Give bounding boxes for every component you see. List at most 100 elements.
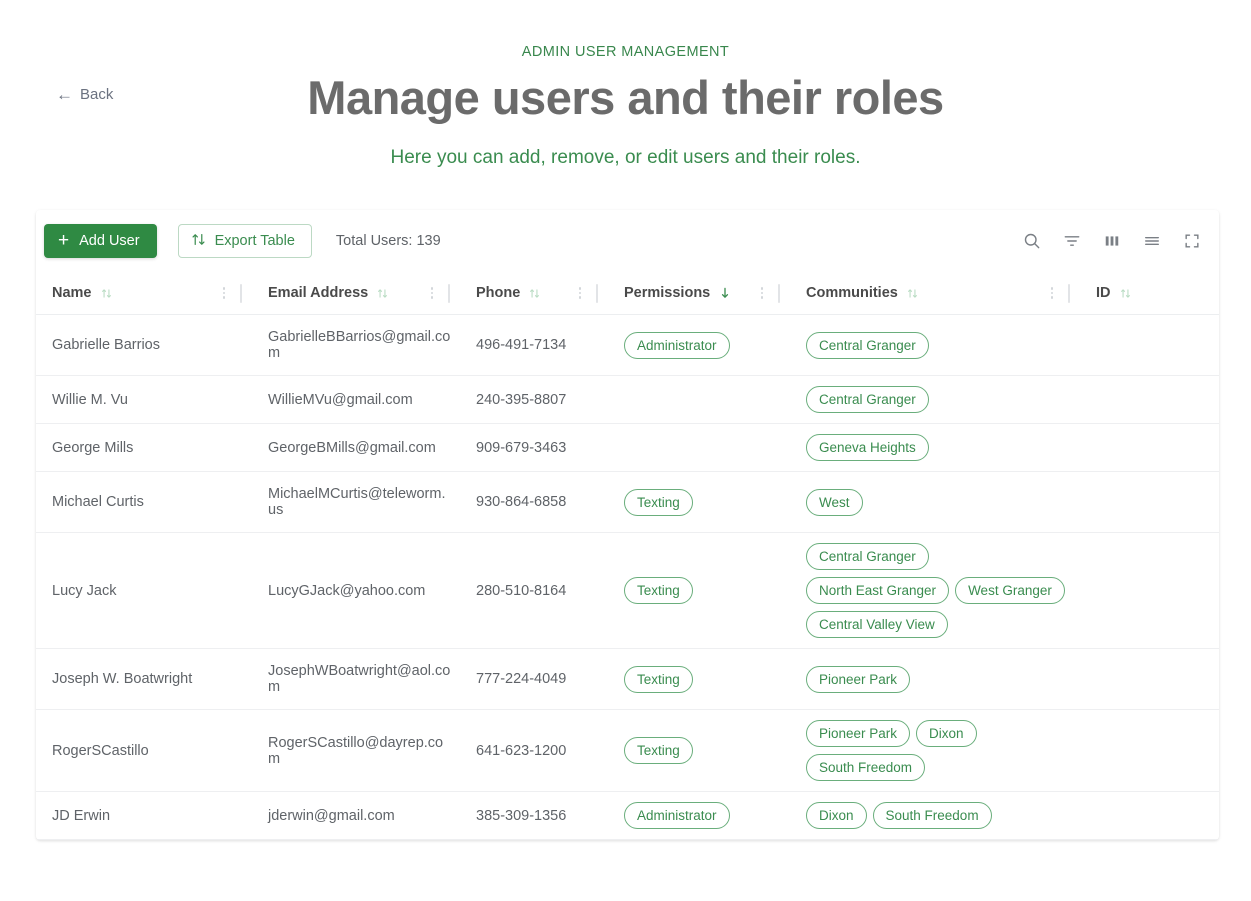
table-row[interactable]: Gabrielle Barrios GabrielleBBarrios@gmail… [36,314,1219,376]
sort-icon-communities[interactable] [906,287,919,300]
community-chip[interactable]: Dixon [916,720,977,747]
column-resizer-email[interactable] [448,283,450,303]
column-menu-email-icon[interactable] [424,287,440,299]
cell-id [1080,375,1219,424]
table-head: Name Email Address Phone Permissions Com… [36,272,1219,315]
add-user-button[interactable]: + Add User [44,224,157,258]
cell-phone: 909-679-3463 [460,423,608,472]
cell-email: LucyGJack@yahoo.com [252,532,460,649]
add-user-button-label: Add User [79,233,140,249]
sort-updown-icon [191,232,206,251]
permissions-chip-list: Administrator [608,322,790,369]
sort-icon-email[interactable] [376,287,389,300]
communities-chip-list: Dixon South Freedom [790,792,1080,839]
column-menu-permissions-icon[interactable] [754,287,770,299]
column-header-communities[interactable]: Communities [790,272,1080,315]
column-header-name[interactable]: Name [36,272,252,315]
permission-chip[interactable]: Texting [624,488,693,516]
cell-name: RogerSCastillo [36,709,252,792]
back-button[interactable]: ← Back [56,86,113,103]
cell-permissions: Texting [608,709,790,792]
cell-email: RogerSCastillo@dayrep.com [252,709,460,792]
cell-communities: Geneva Heights [790,423,1080,472]
table-row[interactable]: JD Erwin jderwin@gmail.com 385-309-1356 Adm… [36,791,1219,840]
density-icon[interactable] [1135,224,1169,258]
sort-icon-id[interactable] [1119,287,1132,300]
column-header-id[interactable]: ID [1080,272,1219,315]
fullscreen-icon[interactable] [1175,224,1209,258]
community-chip[interactable]: Pioneer Park [806,720,911,747]
community-chip[interactable]: North East Granger [806,577,950,604]
column-resizer-permissions[interactable] [778,283,780,303]
cell-id [1080,709,1219,792]
cell-phone: 280-510-8164 [460,532,608,649]
cell-communities: Central Granger [790,375,1080,424]
cell-permissions: Administrator [608,791,790,840]
community-chip[interactable]: West [806,488,863,516]
export-table-button[interactable]: Export Table [177,224,312,258]
table-row[interactable]: George Mills GeorgeBMills@gmail.com 909-67… [36,423,1219,472]
column-resizer-communities[interactable] [1068,283,1070,303]
community-chip[interactable]: South Freedom [806,754,926,781]
community-chip[interactable]: Dixon [806,802,867,829]
permission-chip[interactable]: Administrator [624,331,730,359]
permissions-chip-list [608,438,790,458]
sort-icon-permissions-desc[interactable] [718,286,732,300]
cell-permissions [608,423,790,472]
column-header-name-label: Name [52,285,92,301]
sort-icon-phone[interactable] [528,287,541,300]
cell-name: Lucy Jack [36,532,252,649]
column-menu-phone-icon[interactable] [572,287,588,299]
sort-icon-name[interactable] [100,287,113,300]
column-header-email[interactable]: Email Address [252,272,460,315]
community-chip[interactable]: Pioneer Park [806,665,911,693]
columns-icon[interactable] [1095,224,1129,258]
cell-communities: Central Granger North East Granger West Gr… [790,532,1080,649]
search-icon[interactable] [1015,224,1049,258]
cell-communities: West [790,471,1080,533]
permission-chip[interactable]: Administrator [624,802,730,829]
cell-permissions: Texting [608,532,790,649]
community-chip[interactable]: West Granger [955,577,1065,604]
permission-chip[interactable]: Texting [624,577,693,604]
communities-chip-list: Geneva Heights [790,424,1080,471]
table-row[interactable]: Willie M. Vu WillieMVu@gmail.com 240-395-8… [36,375,1219,424]
community-chip[interactable]: South Freedom [872,802,992,829]
cell-name: Willie M. Vu [36,375,252,424]
cell-phone: 777-224-4049 [460,648,608,710]
permission-chip[interactable]: Texting [624,737,693,764]
table-row[interactable]: RogerSCastillo RogerSCastillo@dayrep.com 6… [36,709,1219,792]
column-resizer-name[interactable] [240,283,242,303]
community-chip[interactable]: Central Granger [806,543,929,570]
column-menu-communities-icon[interactable] [1044,287,1060,299]
total-users-count: Total Users: 139 [335,233,441,249]
cell-phone: 240-395-8807 [460,375,608,424]
community-chip[interactable]: Central Valley View [806,611,948,638]
arrow-left-icon: ← [56,85,73,104]
column-header-permissions[interactable]: Permissions [608,272,790,315]
column-resizer-phone[interactable] [596,283,598,303]
table-row[interactable]: Joseph W. Boatwright JosephWBoatwright@ao… [36,648,1219,710]
cell-id [1080,532,1219,649]
table-row[interactable]: Michael Curtis MichaelMCurtis@teleworm.us… [36,471,1219,533]
cell-name: George Mills [36,423,252,472]
community-chip[interactable]: Central Granger [806,386,929,413]
cell-id [1080,314,1219,376]
cell-permissions: Texting [608,648,790,710]
cell-name: Joseph W. Boatwright [36,648,252,710]
community-chip[interactable]: Central Granger [806,331,929,359]
users-table: Name Email Address Phone Permissions Com… [36,272,1219,840]
filter-icon[interactable] [1055,224,1089,258]
permission-chip[interactable]: Texting [624,665,693,693]
column-header-phone[interactable]: Phone [460,272,608,315]
page-eyebrow: ADMIN USER MANAGEMENT [521,44,730,60]
cell-communities: Pioneer Park Dixon South Freedom [790,709,1080,792]
column-header-id-label: ID [1096,285,1111,301]
table-row[interactable]: Lucy Jack LucyGJack@yahoo.com 280-510-8164… [36,532,1219,649]
cell-id [1080,423,1219,472]
cell-email: GabrielleBBarrios@gmail.com [252,314,460,376]
table-body: Gabrielle Barrios GabrielleBBarrios@gmail… [36,314,1219,840]
column-menu-name-icon[interactable] [216,287,232,299]
cell-email: jderwin@gmail.com [252,791,460,840]
community-chip[interactable]: Geneva Heights [806,434,929,461]
